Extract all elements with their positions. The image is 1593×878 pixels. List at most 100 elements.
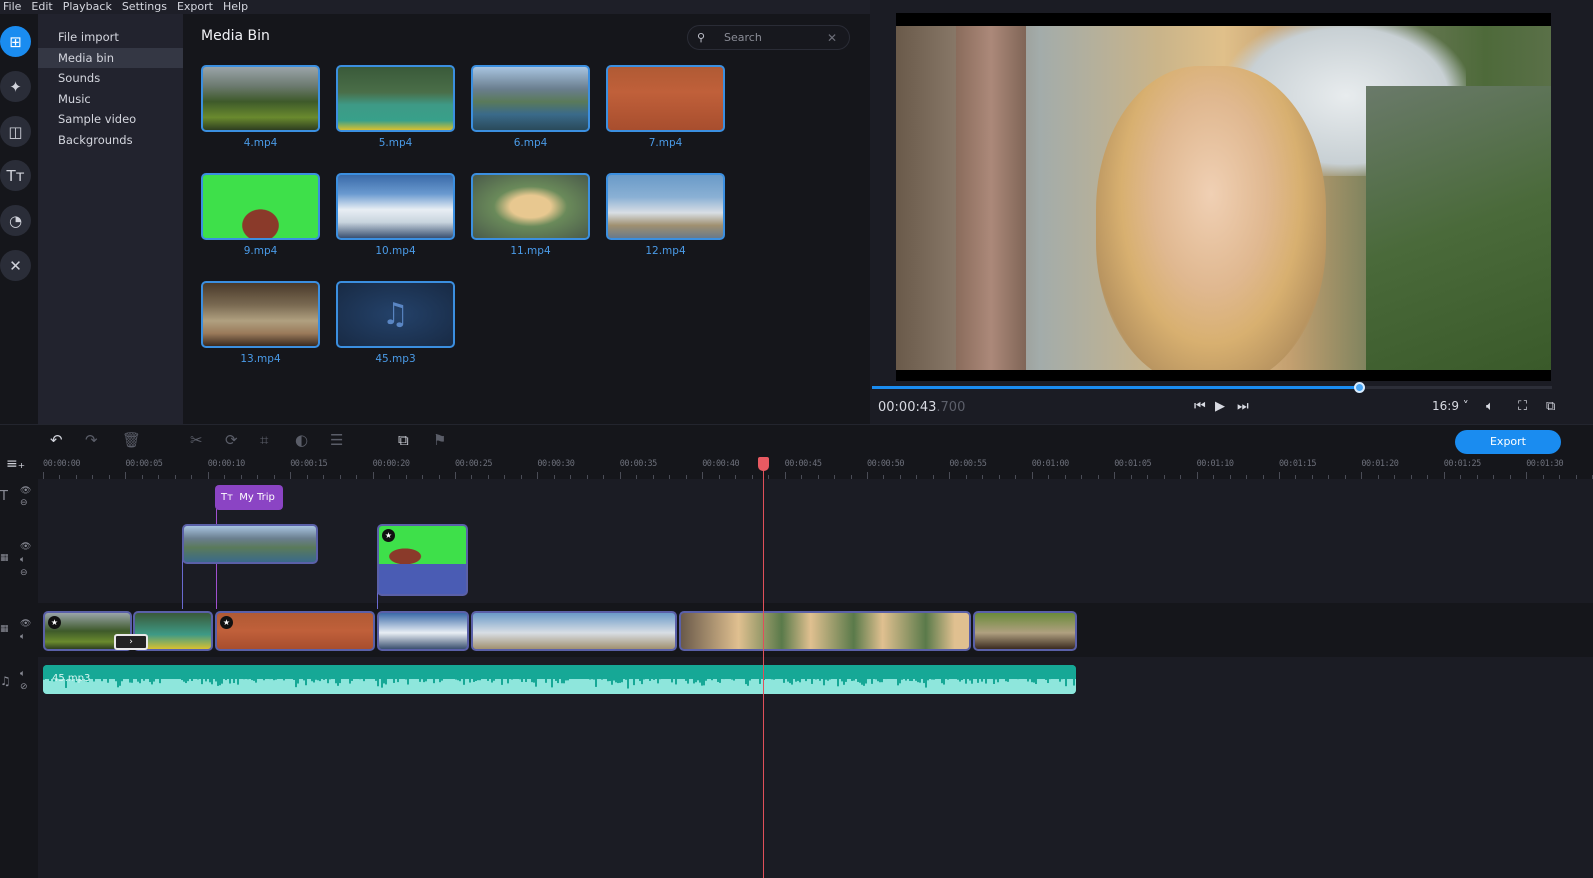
visibility-icon[interactable]: 👁︎ bbox=[20, 486, 31, 496]
audio-clip[interactable]: 45.mp3 bbox=[43, 665, 1076, 694]
link-icon[interactable]: ⊖ bbox=[20, 568, 28, 578]
overlay-clip-6[interactable] bbox=[182, 524, 318, 564]
rotate-icon[interactable]: ⟳ bbox=[225, 431, 238, 449]
waveform-bar bbox=[435, 665, 437, 679]
clear-search-icon[interactable]: ✕ bbox=[827, 31, 849, 45]
stickers-icon[interactable]: ◔ bbox=[0, 205, 31, 236]
waveform-bar bbox=[701, 665, 703, 686]
add-track-icon[interactable]: ≡₊ bbox=[6, 456, 25, 472]
ruler-tick bbox=[1031, 472, 1033, 479]
media-thumbnail[interactable] bbox=[201, 173, 320, 240]
waveform-bar bbox=[291, 665, 293, 679]
media-thumbnail[interactable] bbox=[336, 65, 455, 132]
titles-icon[interactable]: Tт bbox=[0, 160, 31, 191]
color-adjust-icon[interactable]: ◐ bbox=[295, 431, 308, 449]
transitions-icon[interactable]: ◫ bbox=[0, 116, 31, 147]
waveform-bar bbox=[315, 665, 317, 680]
undo-icon[interactable]: ↶ bbox=[50, 431, 63, 449]
ruler-tick bbox=[290, 472, 292, 479]
waveform-bar bbox=[379, 665, 381, 676]
waveform-bar bbox=[991, 665, 993, 674]
waveform-bar bbox=[167, 665, 169, 679]
crop-icon[interactable]: ⌗ bbox=[260, 431, 268, 449]
playback-scrubber[interactable] bbox=[872, 382, 1552, 393]
main-clip-7[interactable]: ★ bbox=[215, 611, 375, 651]
menu-settings[interactable]: Settings bbox=[119, 0, 174, 14]
ruler-tick bbox=[455, 472, 456, 479]
search-input[interactable]: Search bbox=[714, 31, 827, 44]
title-clip[interactable]: Tт My Trip bbox=[215, 485, 283, 510]
playhead-handle[interactable] bbox=[758, 457, 770, 471]
mute-icon[interactable]: 🔈︎ bbox=[20, 555, 25, 565]
main-clip-11[interactable] bbox=[679, 611, 971, 651]
play-icon[interactable]: ▶ bbox=[1215, 399, 1225, 414]
category-item[interactable]: Music bbox=[38, 89, 183, 110]
waveform-bar bbox=[107, 665, 109, 683]
timeline-ruler[interactable]: ≡₊ 00:00:00 00:00:05 00:00:10 00:00:15 00:00… bbox=[0, 454, 1593, 479]
fullscreen-icon[interactable]: ⛶ bbox=[1518, 399, 1527, 414]
tools-icon[interactable]: ✕ bbox=[0, 250, 31, 281]
waveform-bar bbox=[211, 665, 213, 685]
popout-icon[interactable]: ⧉ bbox=[1546, 399, 1555, 414]
waveform-bar bbox=[395, 665, 397, 675]
mute-icon[interactable]: 🔈︎ bbox=[20, 632, 25, 642]
media-thumbnail[interactable]: ♫ bbox=[336, 281, 455, 348]
magic-wand-icon[interactable]: ✦ bbox=[0, 71, 31, 102]
category-item[interactable]: File import bbox=[38, 27, 183, 48]
export-button[interactable]: Export bbox=[1455, 430, 1561, 454]
waveform-bar bbox=[225, 665, 227, 681]
mute-icon[interactable]: 🔈︎ bbox=[20, 669, 25, 679]
media-bin-panel: Media Bin ⚲ Search ✕ 4.mp4 5.mp4 6.mp4 7.mp… bbox=[183, 14, 870, 424]
waveform-bar bbox=[417, 665, 419, 679]
star-icon: ★ bbox=[48, 616, 61, 629]
delete-icon[interactable]: 🗑︎ bbox=[122, 431, 141, 449]
clip-properties-icon[interactable]: ☰ bbox=[330, 431, 343, 449]
category-item[interactable]: Sample video bbox=[38, 109, 183, 130]
main-clip-13[interactable] bbox=[973, 611, 1077, 651]
media-thumbnail[interactable] bbox=[606, 173, 725, 240]
waveform-bar bbox=[655, 665, 657, 678]
cut-icon[interactable]: ✂ bbox=[190, 431, 203, 449]
transition-marker[interactable]: › bbox=[114, 634, 148, 650]
marker-flag-icon[interactable]: ⚑ bbox=[433, 431, 446, 449]
menu-edit[interactable]: Edit bbox=[28, 0, 59, 14]
category-item[interactable]: Sounds bbox=[38, 68, 183, 89]
overlay-clip-9[interactable]: ★ bbox=[377, 524, 468, 596]
volume-icon[interactable]: 🔈︎ bbox=[1486, 399, 1494, 414]
media-thumbnail[interactable] bbox=[471, 65, 590, 132]
skip-back-icon[interactable]: ⏮ bbox=[1194, 399, 1206, 414]
aspect-ratio-select[interactable]: 16:9 ˅ bbox=[1432, 399, 1469, 413]
skip-forward-icon[interactable]: ⏭ bbox=[1237, 399, 1249, 414]
category-item[interactable]: Media bin bbox=[38, 47, 183, 68]
redo-icon[interactable]: ↷ bbox=[85, 431, 98, 449]
menu-file[interactable]: File bbox=[0, 0, 28, 14]
import-icon[interactable]: ⊞ bbox=[0, 26, 31, 57]
media-thumbnail[interactable] bbox=[471, 173, 590, 240]
waveform-bar bbox=[427, 665, 429, 677]
menu-playback[interactable]: Playback bbox=[60, 0, 119, 14]
waveform-bar bbox=[1045, 665, 1047, 680]
media-thumbnail[interactable] bbox=[606, 65, 725, 132]
search-field[interactable]: ⚲ Search ✕ bbox=[687, 25, 850, 50]
timeline-canvas[interactable]: Tт My Trip ★ ★ ★ › 45.mp3 bbox=[38, 479, 1593, 878]
media-thumbnail[interactable] bbox=[336, 173, 455, 240]
link-icon[interactable]: ⊘ bbox=[20, 682, 28, 692]
waveform-bar bbox=[335, 665, 337, 684]
visibility-icon[interactable]: 👁︎ bbox=[20, 542, 31, 552]
main-clip-10[interactable] bbox=[377, 611, 469, 651]
scrubber-handle[interactable] bbox=[1353, 382, 1365, 393]
menu-export[interactable]: Export bbox=[174, 0, 220, 14]
visibility-icon[interactable]: 👁︎ bbox=[20, 619, 31, 629]
waveform-bar bbox=[237, 665, 239, 685]
main-clip-12[interactable] bbox=[471, 611, 677, 651]
ruler-tick bbox=[702, 472, 704, 479]
media-thumbnail[interactable] bbox=[201, 65, 320, 132]
waveform-bar bbox=[899, 665, 901, 684]
menu-help[interactable]: Help bbox=[220, 0, 255, 14]
transition-wizard-icon[interactable]: ⧉ bbox=[398, 431, 409, 449]
media-thumbnail[interactable] bbox=[201, 281, 320, 348]
link-icon[interactable]: ⊖ bbox=[20, 498, 28, 508]
media-label: 9.mp4 bbox=[243, 245, 278, 257]
waveform-bar bbox=[145, 665, 147, 675]
category-item[interactable]: Backgrounds bbox=[38, 130, 183, 151]
